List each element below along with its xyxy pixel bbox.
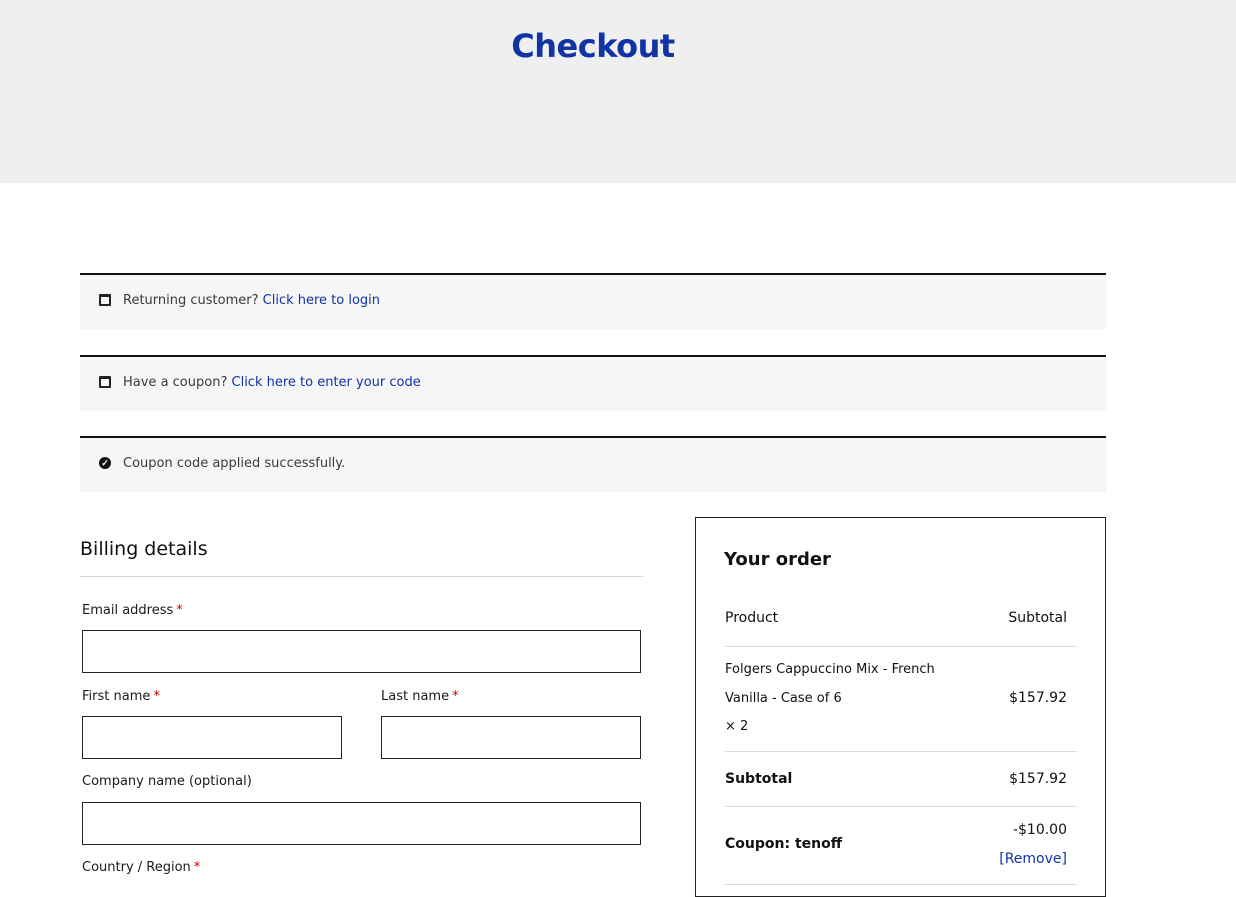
email-field[interactable] <box>82 630 641 673</box>
required-mark: * <box>193 860 201 875</box>
coupon-discount-value: -$10.00 <box>1012 822 1067 838</box>
divider <box>725 884 1077 885</box>
country-label: Country / Region * <box>82 860 201 875</box>
first-name-label: First name * <box>82 689 160 704</box>
product-column-header: Product <box>725 610 779 626</box>
divider <box>725 751 1077 752</box>
product-quantity: × 2 <box>725 719 749 734</box>
order-item: Folgers Cappuccino Mix - French Vanilla … <box>725 656 955 742</box>
divider <box>725 646 1077 647</box>
coupon-notice: Have a coupon? Click here to enter your … <box>80 355 1106 411</box>
check-circle-icon: ✓ <box>99 457 111 469</box>
divider <box>725 806 1077 807</box>
last-name-label: Last name * <box>381 689 459 704</box>
billing-title: Billing details <box>80 538 208 560</box>
first-name-field[interactable] <box>82 716 342 759</box>
required-mark: * <box>176 603 183 618</box>
required-mark: * <box>452 689 459 704</box>
order-title: Your order <box>724 549 831 570</box>
coupon-notice-text: Have a coupon? <box>123 375 228 390</box>
enter-coupon-link[interactable]: Click here to enter your code <box>232 375 421 390</box>
subtotal-value: $157.92 <box>1009 771 1067 787</box>
subtotal-column-header: Subtotal <box>1008 610 1067 626</box>
page-title: Checkout <box>511 27 675 65</box>
window-icon <box>99 376 111 388</box>
email-label: Email address * <box>82 603 183 618</box>
coupon-label: Coupon: tenoff <box>725 836 843 852</box>
last-name-field[interactable] <box>381 716 641 759</box>
item-price: $157.92 <box>1009 690 1067 706</box>
divider <box>80 576 643 577</box>
required-mark: * <box>153 689 160 704</box>
subtotal-label: Subtotal <box>725 771 793 787</box>
order-summary: Your order Product Subtotal Folgers Capp… <box>695 517 1106 897</box>
company-label: Company name (optional) <box>82 774 252 789</box>
company-field[interactable] <box>82 802 641 845</box>
window-icon <box>99 294 111 306</box>
coupon-applied-notice: ✓ Coupon code applied successfully. <box>80 436 1106 492</box>
login-notice: Returning customer? Click here to login <box>80 273 1106 329</box>
product-name: Folgers Cappuccino Mix - French <box>725 662 935 677</box>
coupon-applied-text: Coupon code applied successfully. <box>123 456 346 471</box>
login-notice-text: Returning customer? <box>123 293 259 308</box>
remove-coupon-link[interactable]: [Remove] <box>999 851 1067 867</box>
page-header: Checkout <box>0 0 1236 183</box>
product-name: Vanilla - Case of 6 <box>725 690 842 706</box>
login-link[interactable]: Click here to login <box>263 293 380 308</box>
